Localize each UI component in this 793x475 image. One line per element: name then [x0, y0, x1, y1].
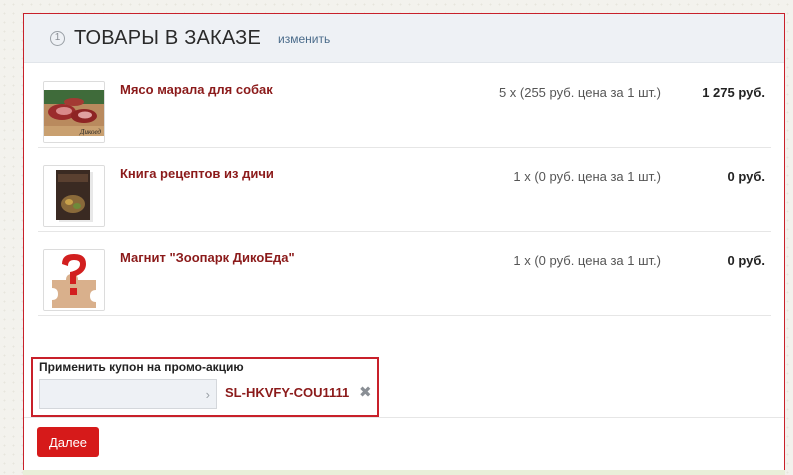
question-mark-placeholder-icon	[44, 250, 104, 310]
brand-logo-text: Дикоед	[79, 128, 101, 136]
product-image-book[interactable]	[43, 165, 105, 227]
page-title: ТОВАРЫ В ЗАКАЗЕ	[74, 26, 261, 49]
next-button[interactable]: Далее	[37, 427, 99, 457]
chevron-right-icon[interactable]: ›	[206, 387, 210, 402]
product-sum: 0 руб.	[727, 169, 765, 184]
coupon-label: Применить купон на промо-акцию	[39, 360, 244, 374]
bottom-strip	[23, 470, 785, 475]
product-quantity: 1 x (0 руб. цена за 1 шт.)	[513, 169, 661, 184]
coupon-input[interactable]: ›	[39, 379, 217, 409]
order-items-panel: 1 ТОВАРЫ В ЗАКАЗЕ изменить Дикоед Мясо м…	[23, 13, 785, 475]
product-sum: 0 руб.	[727, 253, 765, 268]
coupon-section: Применить купон на промо-акцию › SL-HKVF…	[31, 357, 379, 417]
product-name-link[interactable]: Магнит "Зоопарк ДикоЕда"	[120, 250, 295, 265]
panel-header: 1 ТОВАРЫ В ЗАКАЗЕ изменить	[24, 14, 784, 63]
applied-coupon-code: SL-HKVFY-COU1111	[225, 385, 350, 400]
product-image-meat[interactable]: Дикоед	[43, 81, 105, 143]
list-item: Магнит "Зоопарк ДикоЕда" 1 x (0 руб. цен…	[38, 231, 771, 316]
list-item: Дикоед Мясо марала для собак 5 x (255 ру…	[38, 63, 771, 148]
product-sum: 1 275 руб.	[702, 85, 765, 100]
meat-image-icon: Дикоед	[44, 82, 104, 142]
book-cover-icon	[44, 166, 104, 226]
step-number-badge: 1	[50, 30, 65, 46]
edit-link[interactable]: изменить	[278, 32, 330, 46]
product-quantity: 1 x (0 руб. цена за 1 шт.)	[513, 253, 661, 268]
product-image-placeholder[interactable]	[43, 249, 105, 311]
product-quantity: 5 x (255 руб. цена за 1 шт.)	[498, 85, 661, 100]
product-name-link[interactable]: Мясо марала для собак	[120, 82, 273, 97]
remove-coupon-close-icon[interactable]: ✖	[359, 383, 372, 401]
divider	[24, 417, 784, 418]
product-name-link[interactable]: Книга рецептов из дичи	[120, 166, 274, 181]
list-item: Книга рецептов из дичи 1 x (0 руб. цена …	[38, 147, 771, 232]
